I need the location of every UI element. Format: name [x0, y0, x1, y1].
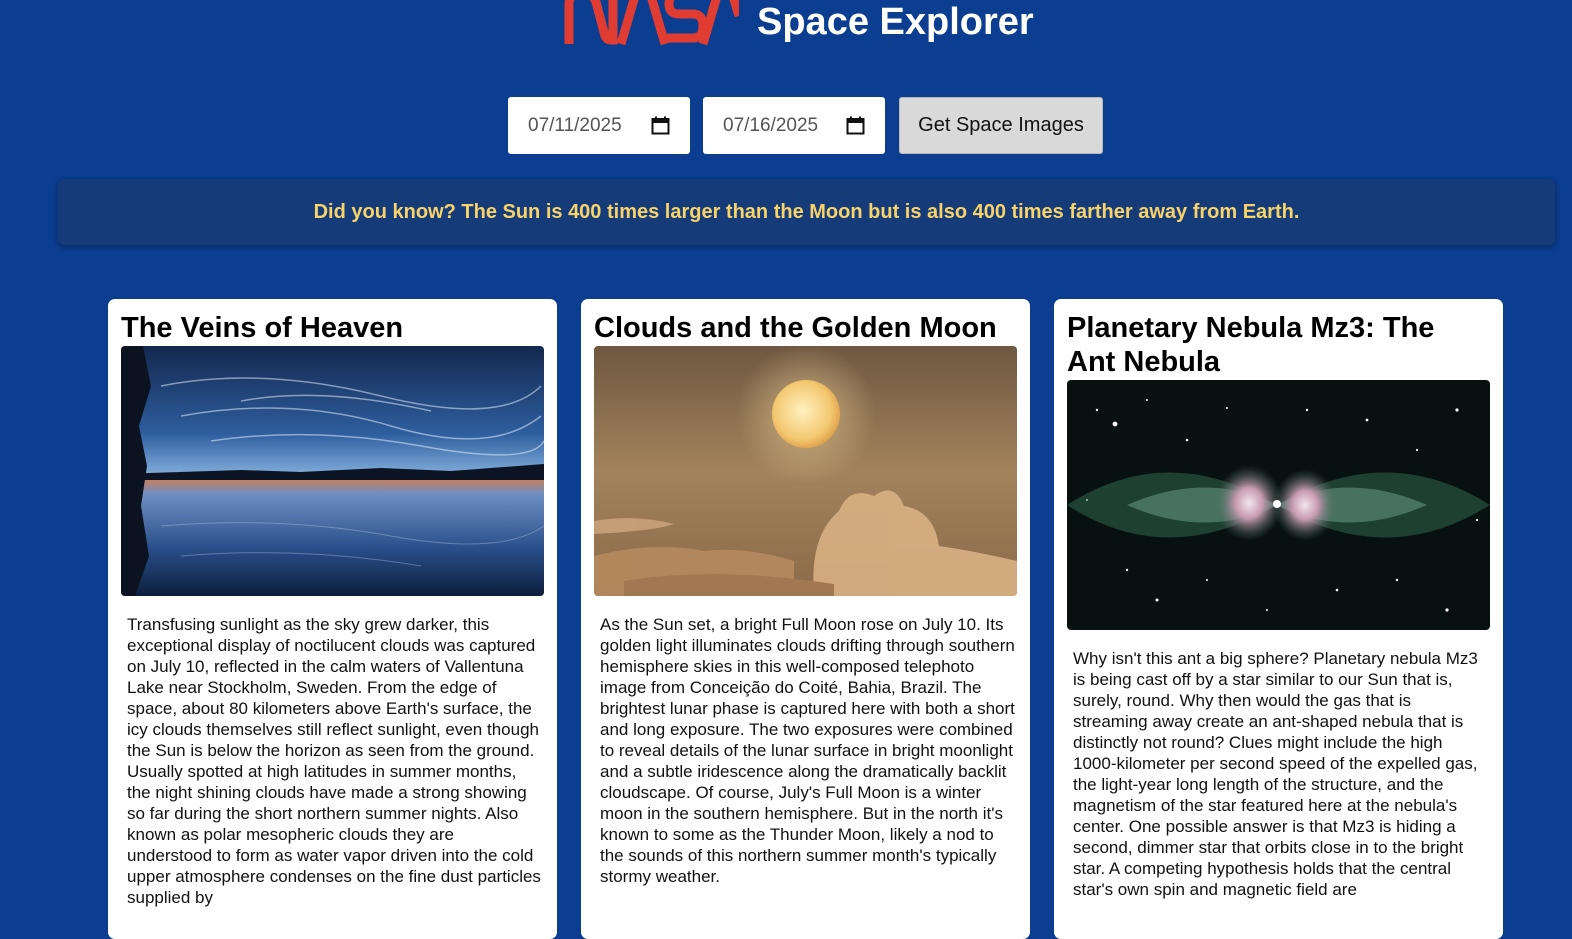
card-description: Why isn't this ant a big sphere? Planeta… [1073, 649, 1478, 899]
nasa-logo [564, 0, 739, 46]
end-date-input[interactable]: 07/16/2025 [703, 97, 885, 154]
start-date-value: 07/11/2025 [528, 115, 622, 136]
card-title: Planetary Nebula Mz3: The Ant Nebula [1067, 312, 1435, 378]
card-image[interactable] [594, 346, 1017, 596]
get-space-images-button[interactable]: Get Space Images [899, 97, 1103, 154]
card-image[interactable] [1067, 380, 1490, 630]
card-description: As the Sun set, a bright Full Moon rose … [600, 615, 1015, 886]
calendar-icon[interactable] [651, 116, 670, 135]
apod-card[interactable]: The Veins of Heaven Transfusing sunlight… [108, 299, 557, 939]
did-you-know-banner: Did you know? The Sun is 400 times large… [58, 179, 1555, 245]
app-header: Space Explorer [0, 0, 1572, 60]
card-image[interactable] [121, 346, 544, 596]
card-title: The Veins of Heaven [121, 312, 404, 344]
card-description: Transfusing sunlight as the sky grew dar… [127, 615, 541, 907]
apod-card[interactable]: Clouds and the Golden Moon As the Sun se… [581, 299, 1030, 939]
apod-card[interactable]: Planetary Nebula Mz3: The Ant Nebula Why… [1054, 299, 1503, 939]
card-title: Clouds and the Golden Moon [594, 312, 997, 344]
start-date-input[interactable]: 07/11/2025 [508, 97, 690, 154]
end-date-value: 07/16/2025 [723, 115, 819, 136]
calendar-icon[interactable] [846, 116, 865, 135]
app-title: Space Explorer [757, 1, 1034, 43]
